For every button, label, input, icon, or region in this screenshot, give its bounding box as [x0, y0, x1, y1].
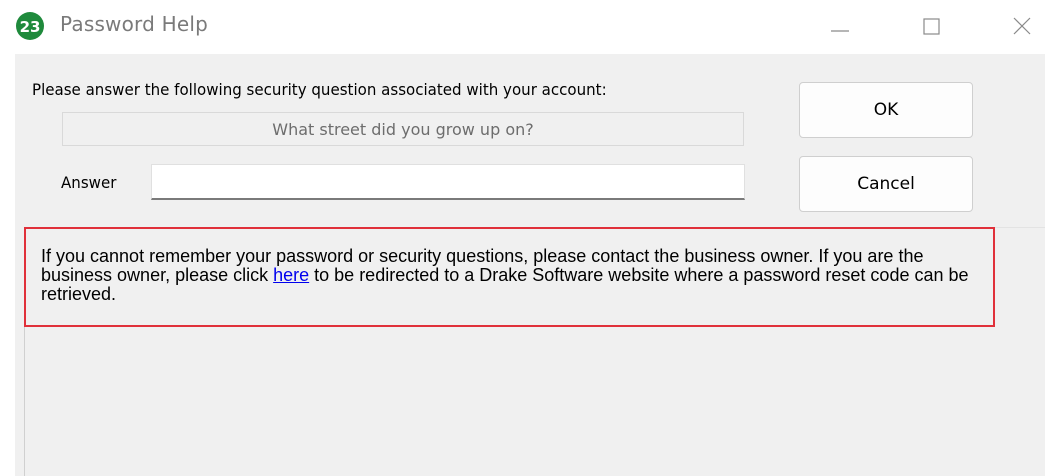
- dialog-client-area: Please answer the following security que…: [15, 54, 1045, 476]
- answer-label: Answer: [61, 173, 117, 192]
- password-reset-info: If you cannot remember your password or …: [41, 247, 986, 304]
- reset-link[interactable]: here: [273, 265, 309, 285]
- cancel-button[interactable]: Cancel: [799, 156, 973, 212]
- maximize-button[interactable]: [902, 0, 962, 52]
- answer-input[interactable]: [151, 164, 745, 200]
- minimize-icon: [831, 30, 849, 32]
- close-icon: [1013, 17, 1031, 35]
- title-bar[interactable]: 23 Password Help: [0, 0, 1045, 52]
- app-logo-label: 23: [20, 18, 41, 36]
- maximize-icon: [923, 18, 940, 35]
- password-help-window: 23 Password Help Please answer the follo…: [0, 0, 1045, 476]
- minimize-button[interactable]: [810, 0, 870, 52]
- security-question-prompt: Please answer the following security que…: [32, 80, 607, 99]
- window-title: Password Help: [60, 12, 208, 36]
- ok-button[interactable]: OK: [799, 82, 973, 138]
- security-question-display: What street did you grow up on?: [62, 112, 744, 146]
- app-logo-icon: 23: [16, 12, 44, 40]
- close-button[interactable]: [992, 0, 1045, 52]
